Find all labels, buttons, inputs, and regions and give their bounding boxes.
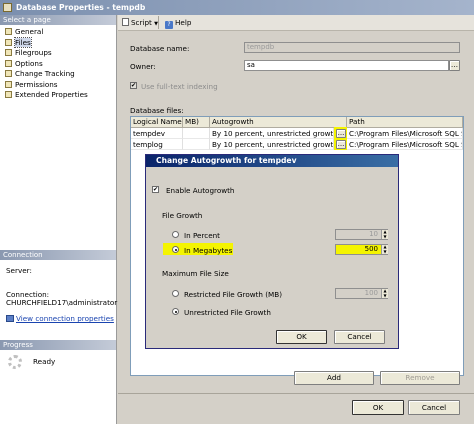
dialog-title: Change Autogrowth for tempdev (146, 155, 398, 167)
sidebar-item-filegroups[interactable]: Filegroups (5, 48, 52, 58)
path-cell: C:\Program Files\Microsoft SQL S (347, 139, 463, 150)
autogrowth-ellipsis-button[interactable]: ... (336, 129, 346, 138)
sidebar-item-files[interactable]: Files (5, 36, 32, 48)
autogrowth-cell: By 10 percent, unrestricted growth (210, 128, 334, 139)
bottom-divider (118, 393, 474, 394)
left-pane: Select a page General Files Filegroups Opti… (0, 15, 117, 424)
view-connection-link-text[interactable]: View connection properties (16, 314, 114, 323)
page-icon (5, 49, 12, 56)
dialog-cancel-button[interactable]: Cancel (334, 330, 385, 344)
database-name-label: Database name: (130, 44, 190, 53)
page-icon (5, 59, 12, 67)
sidebar-item-change-tracking[interactable]: Change Tracking (5, 69, 75, 79)
table-row[interactable]: tempdev By 10 percent, unrestricted grow… (131, 127, 463, 139)
autogrowth-cell: By 10 percent, unrestricted growth (210, 139, 334, 150)
change-autogrowth-dialog: Change Autogrowth for tempdev ✔ Enable A… (145, 154, 399, 349)
connection-header: Connection (0, 250, 116, 260)
sidebar-item-options[interactable]: Options (5, 59, 43, 69)
help-icon: ? (165, 21, 173, 29)
add-button[interactable]: Add (294, 371, 374, 385)
table-row[interactable]: templog By 10 percent, unrestricted grow… (131, 138, 463, 150)
ok-button[interactable]: OK (352, 400, 404, 415)
remove-button[interactable]: Remove (380, 371, 460, 385)
sidebar-item-label: Change Tracking (15, 69, 75, 78)
toolbar-divider (158, 16, 159, 29)
script-icon (122, 18, 129, 26)
script-button[interactable]: Script ▼ (122, 18, 158, 27)
connection-properties-icon (6, 315, 14, 322)
database-name-field: tempdb (244, 42, 460, 53)
logical-name-cell[interactable]: tempdev (131, 128, 183, 139)
database-files-label: Database files: (130, 106, 184, 115)
sidebar-item-label: Extended Properties (15, 90, 88, 99)
autogrowth-ellipsis-button[interactable]: ... (336, 140, 346, 149)
path-cell: C:\Program Files\Microsoft SQL S (347, 128, 463, 139)
restricted-growth-label: Restricted File Growth (MB) (184, 290, 282, 299)
sidebar-item-extended-properties[interactable]: Extended Properties (5, 90, 88, 100)
database-icon (3, 3, 12, 12)
dialog-ok-button[interactable]: OK (276, 330, 327, 344)
size-cell[interactable] (183, 139, 210, 150)
in-percent-radio[interactable] (172, 231, 179, 238)
sidebar-item-general[interactable]: General (5, 27, 43, 37)
owner-browse-button[interactable]: … (449, 60, 460, 71)
in-percent-label: In Percent (184, 231, 221, 240)
in-megabytes-label: In Megabytes (184, 246, 233, 255)
page-icon (5, 28, 12, 35)
select-page-header: Select a page (0, 15, 116, 25)
window-title-bar: Database Properties - tempdb (0, 0, 474, 15)
page-icon (5, 38, 12, 46)
help-button-label: Help (175, 18, 192, 27)
restricted-growth-radio[interactable] (172, 290, 179, 297)
progress-spinner-icon (8, 355, 22, 369)
help-button[interactable]: ? Help (165, 18, 191, 29)
sidebar-item-label: Options (15, 58, 43, 68)
sidebar-item-label: Permissions (15, 79, 58, 89)
sidebar-item-label: Files (14, 36, 32, 48)
in-megabytes-spinner[interactable]: ▲ ▼ (381, 245, 388, 254)
page-icon (5, 80, 12, 88)
owner-field[interactable]: sa (244, 60, 449, 71)
sidebar-item-permissions[interactable]: Permissions (5, 80, 58, 90)
server-label: Server: (6, 266, 32, 275)
page-icon (5, 91, 12, 98)
cancel-button[interactable]: Cancel (408, 400, 460, 415)
fulltext-label: Use full-text indexing (141, 82, 218, 91)
column-header[interactable]: Autogrowth (210, 117, 347, 128)
window-title: Database Properties - tempdb (16, 3, 146, 12)
sidebar-item-label: General (15, 27, 44, 36)
sidebar-item-label: Filegroups (15, 48, 52, 57)
logical-name-cell[interactable]: templog (131, 139, 183, 150)
enable-autogrowth-checkbox[interactable]: ✔ (152, 186, 159, 193)
progress-header: Progress (0, 340, 116, 350)
column-header[interactable]: MB) (183, 117, 210, 128)
size-cell[interactable] (183, 128, 210, 139)
file-growth-label: File Growth (162, 211, 203, 220)
column-header[interactable]: Path (347, 117, 463, 128)
connection-value: CHURCHFIELD17\administrator (6, 298, 118, 307)
unrestricted-growth-radio[interactable] (172, 308, 179, 315)
enable-autogrowth-label: Enable Autogrowth (166, 186, 235, 195)
max-file-size-label: Maximum File Size (162, 269, 229, 278)
fulltext-checkbox[interactable]: ✔ (130, 82, 137, 89)
unrestricted-growth-label: Unrestricted File Growth (184, 308, 271, 317)
in-percent-spinner: ▲ ▼ (381, 230, 388, 239)
owner-label: Owner: (130, 62, 156, 71)
toolbar: Script ▼ ? Help (118, 15, 474, 31)
script-button-label: Script (131, 18, 152, 27)
page-icon (5, 70, 12, 77)
progress-status: Ready (33, 357, 56, 366)
in-megabytes-radio[interactable] (172, 246, 179, 253)
column-header[interactable]: Logical Name (131, 117, 183, 128)
restricted-growth-spinner: ▲ ▼ (381, 289, 388, 298)
view-connection-link[interactable]: View connection properties (6, 314, 114, 323)
